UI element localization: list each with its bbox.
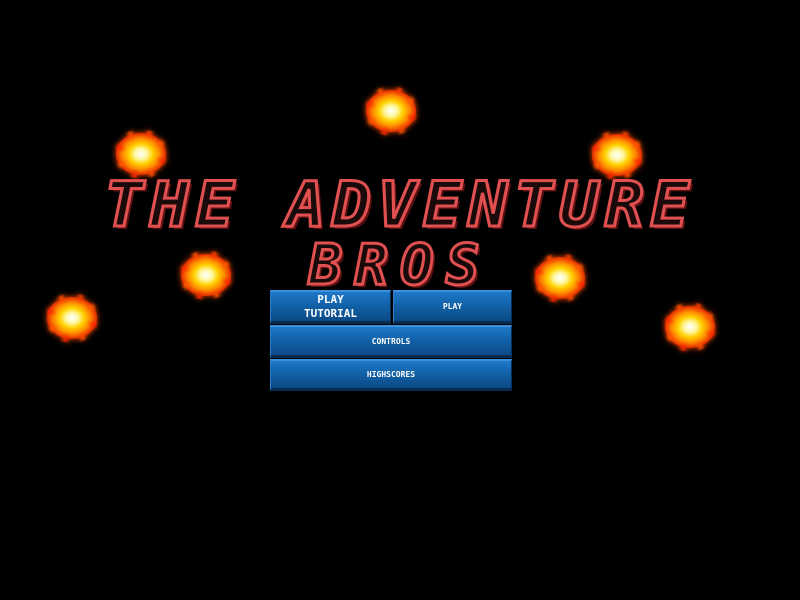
highscores-button[interactable]: HIGHSCORES: [270, 359, 512, 391]
fireball-icon: [366, 90, 416, 132]
play-tutorial-label-line-1: PLAY: [317, 292, 344, 306]
play-button-label: PLAY: [442, 302, 463, 311]
highscores-button-label: HIGHSCORES: [366, 370, 416, 379]
fireball-icon: [665, 306, 715, 348]
play-button[interactable]: PLAY: [393, 290, 512, 324]
game-title-line-1: THE ADVENTURE: [103, 168, 696, 241]
play-tutorial-label-line-2: TUTORIAL: [304, 306, 357, 320]
controls-button[interactable]: CONTROLS: [270, 325, 512, 358]
game-title-screen: THE ADVENTURE BROS PLAY TUTORIAL PLAY CO…: [0, 0, 800, 600]
controls-button-label: CONTROLS: [371, 336, 411, 346]
fireball-icon: [47, 297, 97, 339]
game-title-line-2: BROS: [307, 233, 492, 298]
play-tutorial-button[interactable]: PLAY TUTORIAL: [270, 290, 391, 324]
